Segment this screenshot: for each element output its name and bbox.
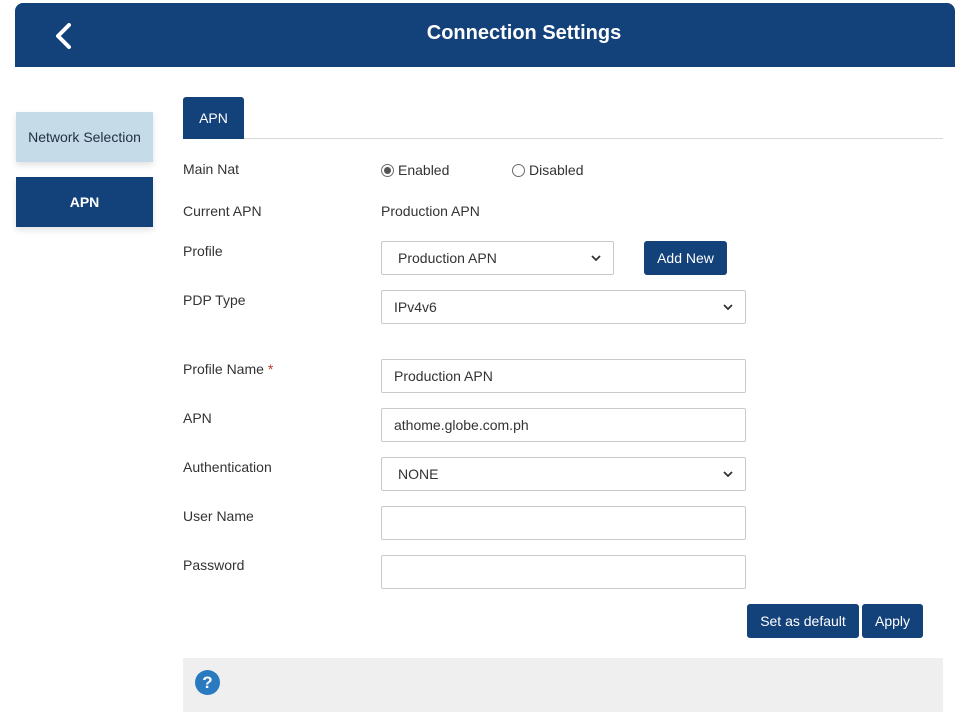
sidebar-item-apn[interactable]: APN: [16, 177, 153, 227]
pdp-type-label: PDP Type: [183, 292, 246, 308]
tab-label: APN: [199, 110, 228, 126]
sidebar-item-label: Network Selection: [28, 129, 141, 145]
user-name-input[interactable]: [381, 506, 746, 540]
sidebar-item-label: APN: [69, 194, 100, 210]
profile-selected-value: Production APN: [398, 250, 497, 266]
set-as-default-button[interactable]: Set as default: [747, 604, 859, 638]
tab-apn[interactable]: APN: [183, 97, 244, 139]
help-panel: ?: [183, 658, 943, 712]
apn-input[interactable]: [381, 408, 746, 442]
main-nat-label: Main Nat: [183, 161, 240, 177]
authentication-selected-value: NONE: [398, 466, 439, 482]
header-bar: Connection Settings: [15, 3, 955, 67]
profile-select[interactable]: Production APN: [381, 241, 614, 275]
required-mark: *: [267, 361, 274, 377]
sidebar-item-network-selection[interactable]: Network Selection: [16, 112, 153, 162]
radio-label: Enabled: [398, 162, 450, 178]
question-icon[interactable]: ?: [195, 670, 220, 695]
tab-bar: APN: [183, 97, 943, 139]
main-nat-enabled-radio[interactable]: Enabled: [381, 162, 449, 178]
chevron-down-icon: [723, 300, 733, 314]
page-title: Connection Settings: [426, 22, 622, 44]
apply-button[interactable]: Apply: [862, 604, 923, 638]
password-input[interactable]: [381, 555, 746, 589]
add-new-button[interactable]: Add New: [644, 241, 727, 275]
radio-checked-icon: [381, 163, 394, 177]
current-apn-label: Current APN: [183, 203, 262, 219]
profile-name-input[interactable]: [381, 359, 746, 393]
password-label: Password: [183, 557, 245, 573]
chevron-down-icon: [591, 251, 601, 265]
profile-name-label-text: Profile Name: [183, 361, 264, 377]
chevron-down-icon: [723, 467, 733, 481]
pdp-type-selected-value: IPv4v6: [394, 299, 437, 315]
user-name-label: User Name: [183, 508, 254, 524]
apn-label: APN: [183, 410, 212, 426]
main-nat-disabled-radio[interactable]: Disabled: [512, 162, 583, 178]
current-apn-value: Production APN: [381, 203, 480, 219]
radio-label: Disabled: [529, 162, 584, 178]
profile-name-label: Profile Name *: [183, 361, 273, 377]
connection-settings-page: Connection Settings Network Selection AP…: [0, 0, 965, 712]
pdp-type-select[interactable]: IPv4v6: [381, 290, 746, 324]
radio-unchecked-icon: [512, 163, 525, 177]
authentication-select[interactable]: NONE: [381, 457, 746, 491]
profile-label: Profile: [183, 243, 223, 259]
authentication-label: Authentication: [183, 459, 272, 475]
